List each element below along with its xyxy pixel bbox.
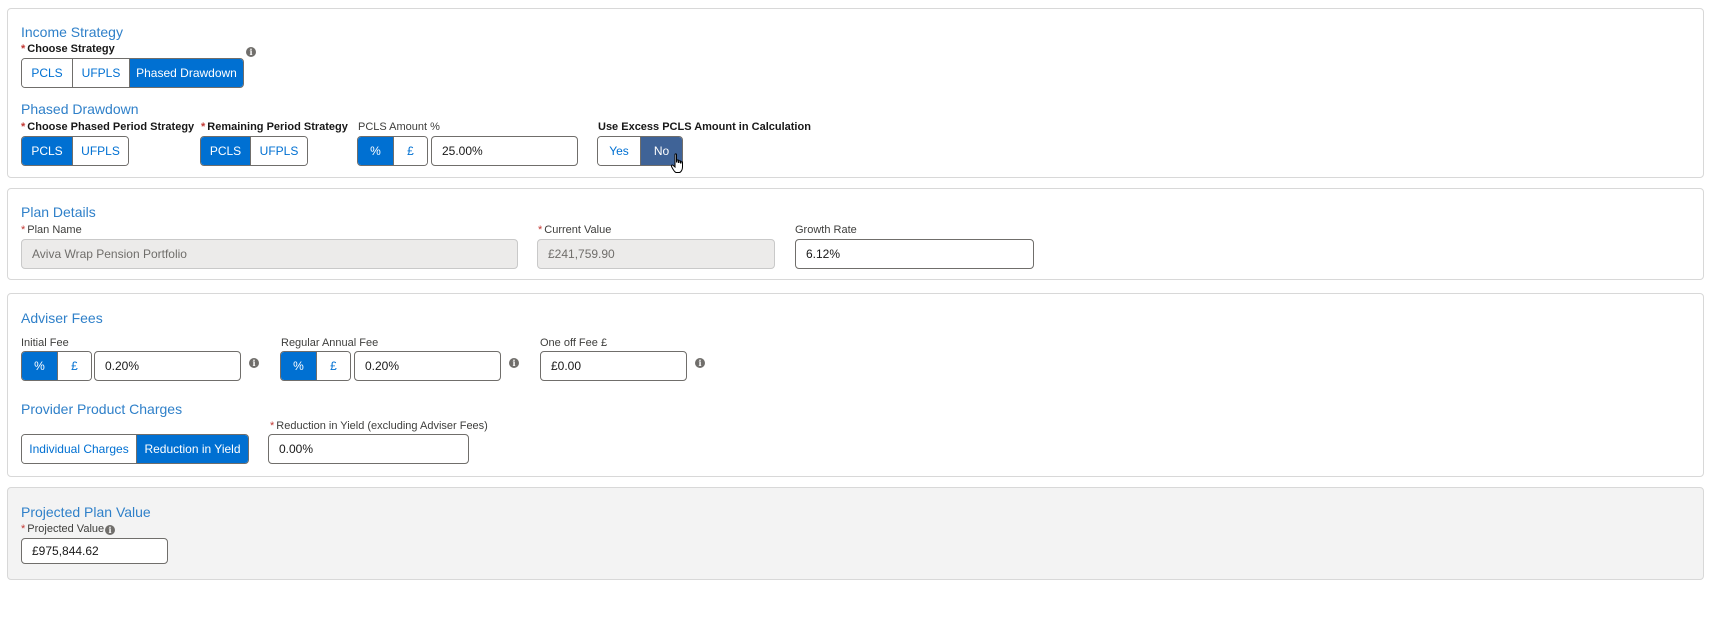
growth-rate-input[interactable]: 6.12% xyxy=(795,239,1034,269)
hand-cursor-icon xyxy=(670,153,683,173)
strategy-option-ufpls[interactable]: UFPLS xyxy=(73,59,130,87)
remaining-period-toggle: PCLS UFPLS xyxy=(200,136,308,166)
reduction-in-yield-label: * Reduction in Yield (excluding Adviser F… xyxy=(270,420,488,432)
provider-charges-toggle: Individual Charges Reduction in Yield xyxy=(21,434,249,464)
strategy-option-phased-drawdown[interactable]: Phased Drawdown xyxy=(130,59,243,87)
adviser-fees-card: Adviser Fees Initial Fee % £ 0.20% i Reg… xyxy=(7,293,1704,477)
projected-plan-value-card: Projected Plan Value * Projected Value i … xyxy=(7,487,1704,580)
plan-name-input[interactable]: Aviva Wrap Pension Portfolio xyxy=(21,239,518,269)
initial-fee-input[interactable]: 0.20% xyxy=(94,351,241,381)
regular-fee-input[interactable]: 0.20% xyxy=(354,351,501,381)
projected-value-label: * Projected Value xyxy=(21,523,105,535)
current-value-input[interactable]: £241,759.90 xyxy=(537,239,775,269)
plan-details-card: Plan Details * Plan Name Aviva Wrap Pensi… xyxy=(7,188,1704,280)
provider-charges-title: Provider Product Charges xyxy=(21,401,183,417)
info-icon[interactable]: i xyxy=(249,358,259,368)
remaining-period-label: * Remaining Period Strategy xyxy=(201,121,348,133)
pcls-amount-label: PCLS Amount % xyxy=(358,121,440,133)
info-icon[interactable]: i xyxy=(509,358,519,368)
projected-plan-value-title: Projected Plan Value xyxy=(21,504,151,520)
income-strategy-card: Income Strategy * Choose Strategy i PCLS … xyxy=(7,8,1704,178)
one-off-fee-input[interactable]: £0.00 xyxy=(540,351,687,381)
regular-fee-unit-toggle: % £ xyxy=(280,351,351,381)
pcls-amount-input[interactable]: 25.00% xyxy=(431,136,578,166)
income-strategy-title: Income Strategy xyxy=(21,24,123,40)
info-icon[interactable]: i xyxy=(105,525,115,535)
current-value-label: * Current Value xyxy=(538,224,612,236)
use-excess-option-yes[interactable]: Yes xyxy=(598,137,641,165)
info-icon[interactable]: i xyxy=(246,47,256,57)
plan-details-title: Plan Details xyxy=(21,204,96,220)
pcls-amount-unit-toggle: % £ xyxy=(357,136,428,166)
initial-fee-label: Initial Fee xyxy=(21,337,69,349)
regular-fee-unit-percent[interactable]: % xyxy=(281,352,317,380)
phased-period-option-pcls[interactable]: PCLS xyxy=(22,137,73,165)
remaining-period-option-pcls[interactable]: PCLS xyxy=(201,137,251,165)
plan-name-label: * Plan Name xyxy=(21,224,82,236)
initial-fee-unit-toggle: % £ xyxy=(21,351,92,381)
info-icon[interactable]: i xyxy=(695,358,705,368)
choose-strategy-label: * Choose Strategy xyxy=(21,43,115,55)
initial-fee-unit-percent[interactable]: % xyxy=(22,352,58,380)
strategy-toggle: PCLS UFPLS Phased Drawdown xyxy=(21,58,244,88)
phased-drawdown-title: Phased Drawdown xyxy=(21,101,139,117)
regular-fee-unit-pound[interactable]: £ xyxy=(317,352,350,380)
pcls-unit-percent[interactable]: % xyxy=(358,137,394,165)
reduction-in-yield-option[interactable]: Reduction in Yield xyxy=(137,435,248,463)
one-off-fee-label: One off Fee £ xyxy=(540,337,608,349)
adviser-fees-title: Adviser Fees xyxy=(21,310,103,326)
phased-period-toggle: PCLS UFPLS xyxy=(21,136,129,166)
remaining-period-option-ufpls[interactable]: UFPLS xyxy=(251,137,307,165)
phased-period-option-ufpls[interactable]: UFPLS xyxy=(73,137,128,165)
individual-charges-option[interactable]: Individual Charges xyxy=(22,435,137,463)
phased-period-label: * Choose Phased Period Strategy xyxy=(21,121,195,133)
strategy-option-pcls[interactable]: PCLS xyxy=(22,59,73,87)
initial-fee-unit-pound[interactable]: £ xyxy=(58,352,91,380)
growth-rate-label: Growth Rate xyxy=(795,224,857,236)
use-excess-label: Use Excess PCLS Amount in Calculation xyxy=(598,121,811,133)
reduction-in-yield-input[interactable]: 0.00% xyxy=(268,434,469,464)
regular-fee-label: Regular Annual Fee xyxy=(281,337,379,349)
projected-value-input[interactable]: £975,844.62 xyxy=(21,538,168,564)
pcls-unit-pound[interactable]: £ xyxy=(394,137,427,165)
